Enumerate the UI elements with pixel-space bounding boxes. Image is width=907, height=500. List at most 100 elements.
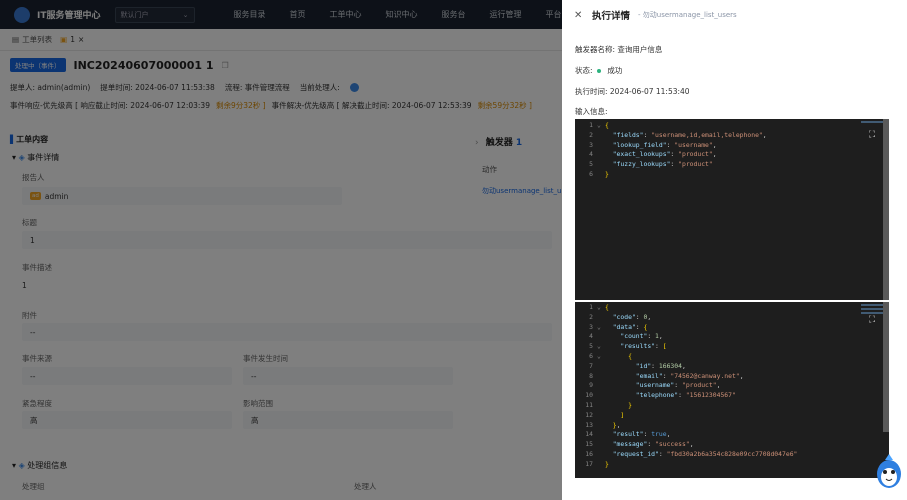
code-line: 3 ⌄ "data": { (575, 323, 889, 333)
line-number: 4 (589, 332, 593, 341)
code-text: "telephone": "15612304567" (635, 391, 736, 400)
fold-chevron-icon[interactable]: ⌄ (597, 342, 605, 352)
code-text: { (605, 121, 609, 129)
status-success-dot (596, 69, 601, 73)
drawer-title: 执行详情 (592, 11, 631, 22)
line-number: 4 (589, 150, 593, 159)
fold-gutter (597, 372, 605, 382)
fold-gutter (597, 313, 605, 323)
line-number: 5 (589, 342, 593, 351)
code-text: "request_id": "fbd30a2b6a354c828e09cc770… (612, 449, 798, 458)
fold-gutter (597, 440, 605, 450)
fold-gutter (597, 411, 605, 421)
line-number: 6 (589, 351, 593, 360)
fold-chevron-icon[interactable]: ⌄ (597, 303, 605, 313)
output-code-editor[interactable]: 1 ⌄{2 "code": 0, 3 ⌄ "data": {4 "count": 1,… (575, 302, 889, 478)
line-number: 2 (589, 130, 593, 139)
code-text: "results": [ (620, 342, 667, 351)
code-text: "username": "product", (635, 381, 721, 390)
code-line: 1 ⌄{ (575, 303, 889, 313)
line-number: 15 (585, 440, 593, 449)
code-line: 9 "username": "product", (575, 381, 889, 391)
code-text: "lookup_field": "username", (612, 140, 717, 149)
line-number: 1 (589, 303, 593, 311)
fold-gutter (597, 362, 605, 372)
code-line: 2 "fields": "username,id,email,telephone… (575, 131, 889, 141)
fold-gutter (597, 460, 605, 470)
line-number: 13 (585, 420, 593, 429)
assistant-mascot-icon[interactable] (874, 452, 904, 494)
code-text: } (605, 459, 609, 468)
code-text: } (628, 400, 632, 409)
code-line: 15 "message": "success", (575, 440, 889, 450)
code-text: "data": { (612, 322, 648, 331)
line-number: 17 (585, 459, 593, 468)
code-line: 4 "count": 1, (575, 332, 889, 342)
code-text: "count": 1, (620, 332, 663, 341)
editor-scrollbar[interactable] (883, 302, 889, 432)
code-text: "code": 0, (612, 312, 652, 321)
line-number: 3 (589, 322, 593, 331)
fold-gutter (597, 332, 605, 342)
editor-scrollbar[interactable] (883, 119, 889, 300)
code-line: 1 ⌄{ (575, 121, 889, 131)
code-line: 5 "fuzzy_lookups": "product" (575, 160, 889, 170)
line-number: 6 (589, 169, 593, 178)
line-number: 5 (589, 160, 593, 169)
code-line: 6 ⌄ { (575, 352, 889, 362)
code-line: 6} (575, 170, 889, 180)
code-text: } (605, 169, 609, 178)
close-icon[interactable]: ✕ (574, 10, 584, 21)
code-line: 7 "id": 166304, (575, 362, 889, 372)
line-number: 12 (585, 410, 593, 419)
fold-gutter (597, 401, 605, 411)
code-line: 17} (575, 460, 889, 470)
line-number: 16 (585, 449, 593, 458)
code-line: 11 } (575, 401, 889, 411)
drawer-header: ✕ 执行详情 - 勿动usermanage_list_users (574, 8, 737, 23)
fold-chevron-icon[interactable]: ⌄ (597, 121, 605, 131)
drawer-subtitle: - 勿动usermanage_list_users (638, 11, 737, 19)
code-line: 14 "result": true, (575, 430, 889, 440)
code-text: }, (612, 420, 621, 429)
code-text: "result": true, (612, 430, 671, 439)
exec-time: 执行时间: 2024-06-07 11:53:40 (575, 87, 690, 96)
status-line: 状态: 成功 (575, 65, 622, 76)
fold-gutter (597, 381, 605, 391)
code-line: 10 "telephone": "15612304567" (575, 391, 889, 401)
line-number: 1 (589, 121, 593, 129)
execution-detail-drawer: ✕ 执行详情 - 勿动usermanage_list_users 触发器名称: … (562, 0, 907, 500)
fold-chevron-icon[interactable]: ⌄ (597, 352, 605, 362)
code-text: { (628, 351, 632, 360)
input-label: 输入信息: (575, 107, 608, 116)
line-number: 3 (589, 140, 593, 149)
line-number: 10 (585, 391, 593, 400)
code-line: 5 ⌄ "results": [ (575, 342, 889, 352)
trigger-name: 触发器名称: 查询用户信息 (575, 45, 663, 54)
input-code-editor[interactable]: 1 ⌄{2 "fields": "username,id,email,teleph… (575, 119, 889, 300)
fold-chevron-icon[interactable]: ⌄ (597, 323, 605, 333)
code-text: "message": "success", (612, 440, 694, 449)
code-text: { (605, 303, 609, 311)
code-text: "email": "74562@canway.net", (635, 371, 744, 380)
code-text: "fields": "username,id,email,telephone", (612, 130, 767, 139)
code-line: 12 ] (575, 411, 889, 421)
line-number: 11 (585, 400, 593, 409)
fold-gutter (597, 421, 605, 431)
line-number: 8 (589, 371, 593, 380)
fold-gutter (597, 160, 605, 170)
fold-gutter (597, 170, 605, 180)
code-line: 13 }, (575, 421, 889, 431)
fold-gutter (597, 430, 605, 440)
line-number: 9 (589, 381, 593, 390)
code-text: "fuzzy_lookups": "product" (612, 160, 713, 169)
fold-gutter (597, 150, 605, 160)
code-line: 2 "code": 0, (575, 313, 889, 323)
line-number: 14 (585, 430, 593, 439)
code-text: "exact_lookups": "product", (612, 150, 717, 159)
status-label: 状态: (575, 66, 593, 75)
fold-gutter (597, 391, 605, 401)
line-number: 2 (589, 312, 593, 321)
fold-gutter (597, 131, 605, 141)
code-line: 4 "exact_lookups": "product", (575, 150, 889, 160)
